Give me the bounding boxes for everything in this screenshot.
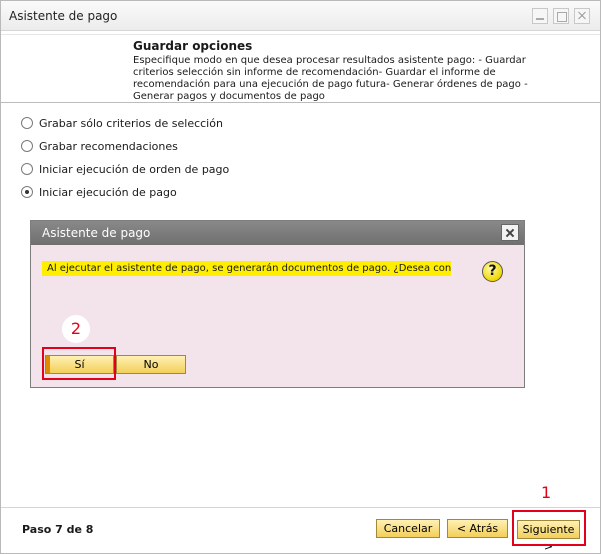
callout-step-2: 2 xyxy=(62,315,90,343)
dialog-close-icon[interactable] xyxy=(501,224,519,241)
no-button-label: No xyxy=(143,358,159,371)
maximize-icon[interactable] xyxy=(553,8,569,24)
cancel-button[interactable]: Cancelar xyxy=(376,519,440,538)
dialog-title-bar: Asistente de pago xyxy=(31,221,524,245)
title-bar: Asistente de pago xyxy=(1,1,600,31)
step-counter: Paso 7 de 8 xyxy=(22,523,94,536)
option-label: Iniciar ejecución de orden de pago xyxy=(39,162,230,176)
highlight-yes-button xyxy=(42,347,116,380)
highlight-next-button xyxy=(512,510,586,546)
option-run-payment[interactable]: Iniciar ejecución de pago xyxy=(21,185,177,199)
option-label: Grabar recomendaciones xyxy=(39,139,178,153)
step-description: Especifique modo en que desea procesar r… xyxy=(133,55,528,102)
option-save-recommendations[interactable]: Grabar recomendaciones xyxy=(21,139,178,153)
close-icon[interactable] xyxy=(574,8,590,24)
dialog-message: Al ejecutar el asistente de pago, se gen… xyxy=(42,261,451,276)
option-save-criteria[interactable]: Grabar sólo criterios de selección xyxy=(21,116,223,130)
footer-divider xyxy=(1,507,600,508)
option-run-payment-order[interactable]: Iniciar ejecución de orden de pago xyxy=(21,162,229,176)
back-button[interactable]: < Atrás xyxy=(447,519,508,538)
option-label: Iniciar ejecución de pago xyxy=(39,185,177,199)
payment-wizard-window: Asistente de pago Guardar opciones Espec… xyxy=(0,0,601,554)
radio-run-payment[interactable] xyxy=(21,186,33,198)
option-label: Grabar sólo criterios de selección xyxy=(39,116,223,130)
radio-run-payment-order[interactable] xyxy=(21,163,33,175)
radio-save-recommendations[interactable] xyxy=(21,140,33,152)
question-icon: ? xyxy=(482,261,503,282)
window-title: Asistente de pago xyxy=(9,9,118,23)
minimize-icon[interactable] xyxy=(532,8,548,24)
header-separator xyxy=(1,102,600,103)
no-button[interactable]: No xyxy=(116,355,186,374)
header-divider xyxy=(1,34,600,35)
callout-step-1: 1 xyxy=(541,483,552,502)
dialog-title: Asistente de pago xyxy=(42,226,151,240)
radio-save-criteria[interactable] xyxy=(21,117,33,129)
step-title: Guardar opciones xyxy=(133,39,253,53)
